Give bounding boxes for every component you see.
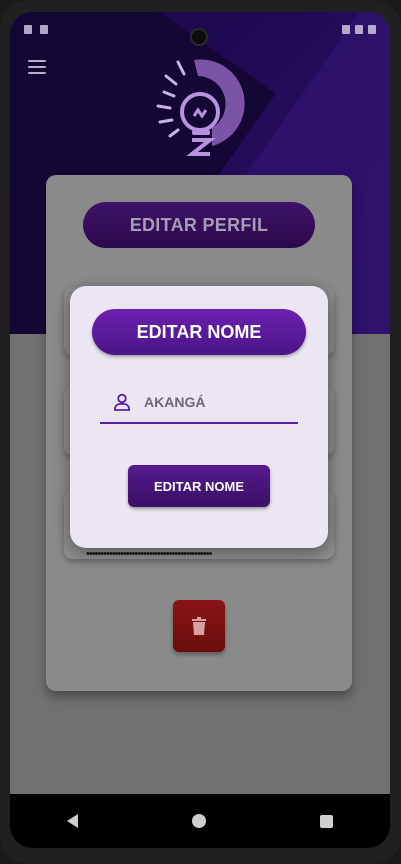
- dialog-title: EDITAR NOME: [92, 309, 306, 355]
- edit-name-button[interactable]: EDITAR NOME: [128, 465, 270, 507]
- phone-frame: EDITAR PERFIL ••••••••••••••••••••••••••…: [0, 0, 401, 864]
- home-icon[interactable]: [192, 814, 206, 828]
- app-screen: EDITAR PERFIL ••••••••••••••••••••••••••…: [10, 12, 390, 848]
- name-input[interactable]: [144, 394, 284, 410]
- front-camera: [190, 28, 208, 46]
- recent-apps-icon[interactable]: [320, 814, 333, 828]
- edit-name-dialog: EDITAR NOME EDITAR NOME: [70, 286, 328, 548]
- name-field[interactable]: [100, 382, 298, 424]
- user-icon: [114, 393, 130, 411]
- system-nav-bar: [10, 794, 390, 848]
- back-icon[interactable]: [67, 814, 78, 828]
